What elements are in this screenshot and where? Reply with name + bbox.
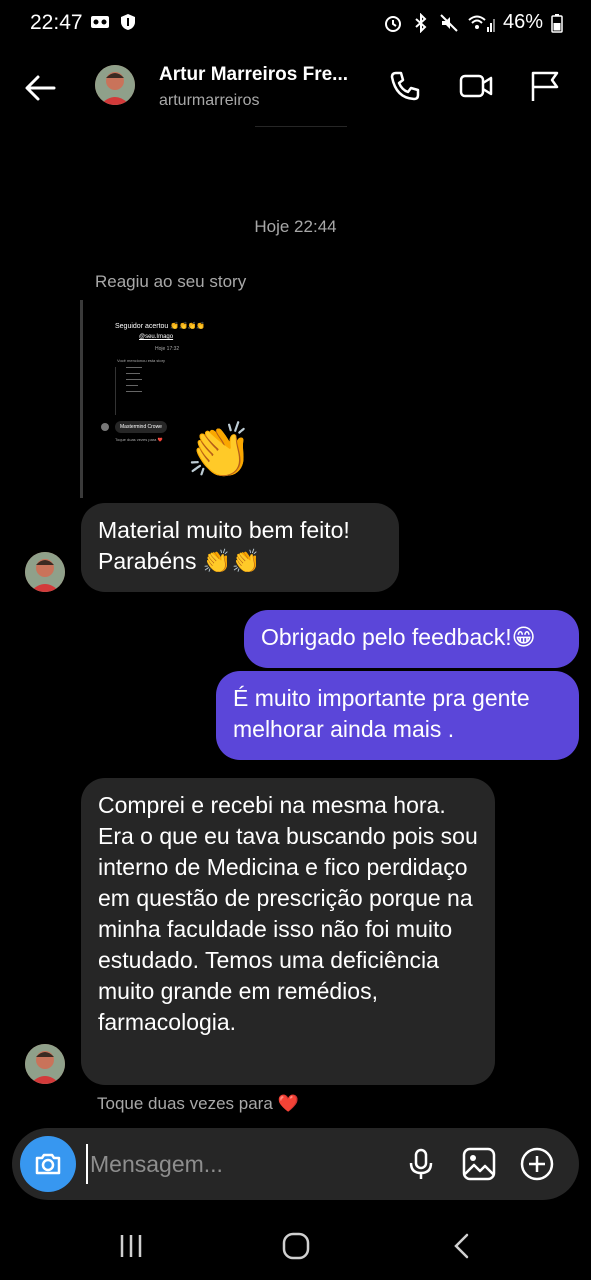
- story-preview-line: @seu.Imago: [139, 334, 174, 340]
- contact-name[interactable]: Artur Marreiros Fre...: [159, 64, 348, 86]
- story-preview-line: Você mencionou esta story: [117, 358, 166, 363]
- avatar-image: [25, 1044, 65, 1084]
- story-preview-line: Hoje 17:32: [155, 346, 180, 352]
- double-tap-hint: Toque duas vezes para ❤️: [97, 1094, 299, 1113]
- avatar[interactable]: [95, 65, 135, 105]
- story-preview-line: Seguidor acertou 👏👏👏👏: [115, 323, 206, 330]
- header-divider: [255, 126, 347, 127]
- phone-icon[interactable]: [387, 68, 423, 104]
- add-circle-icon[interactable]: [519, 1146, 555, 1182]
- message-composer: [12, 1128, 579, 1200]
- story-preview-content: [115, 367, 147, 415]
- bluetooth-icon: [415, 12, 427, 33]
- battery-percentage: 46%: [502, 11, 543, 33]
- alarm-icon: [384, 15, 401, 32]
- avatar-image: [95, 65, 135, 105]
- video-camera-icon[interactable]: [458, 68, 494, 104]
- home-icon[interactable]: [278, 1230, 314, 1262]
- status-time: 22:47: [30, 11, 83, 34]
- avatar[interactable]: [25, 1044, 65, 1084]
- chat-timestamp: Hoje 22:44: [254, 217, 337, 236]
- back-arrow-icon[interactable]: [22, 70, 58, 106]
- message-bubble-incoming[interactable]: Comprei e recebi na mesma hora. Era o qu…: [81, 778, 495, 1085]
- flag-icon[interactable]: [526, 68, 562, 104]
- wifi-signal-icon: [468, 15, 495, 32]
- story-reaction-label: Reagiu ao seu story: [95, 272, 247, 291]
- mute-icon: [440, 13, 458, 32]
- microphone-icon[interactable]: [403, 1146, 439, 1182]
- chat-header: Artur Marreiros Fre... arturmarreiros: [0, 48, 591, 128]
- shield-icon: [121, 14, 135, 30]
- gallery-icon[interactable]: [461, 1146, 497, 1182]
- system-navigation-bar: [0, 1212, 591, 1280]
- contact-username[interactable]: arturmarreiros: [159, 92, 259, 110]
- camera-icon: [35, 1153, 61, 1175]
- avatar-image: [25, 552, 65, 592]
- nav-back-icon[interactable]: [444, 1230, 480, 1262]
- message-input[interactable]: [86, 1144, 386, 1184]
- message-bubble-incoming[interactable]: Material muito bem feito! Parabéns 👏👏: [81, 503, 399, 592]
- recents-icon[interactable]: [113, 1230, 149, 1262]
- story-reply-line: [80, 300, 83, 498]
- story-reaction-emoji: 👏: [186, 421, 254, 481]
- status-bar: 22:47 46%: [0, 0, 591, 48]
- story-preview-badge: Mastermind Crowe: [115, 421, 167, 433]
- message-bubble-outgoing[interactable]: É muito importante pra gente melhorar ai…: [216, 671, 579, 760]
- voicemail-icon: [91, 16, 109, 28]
- battery-icon: [551, 13, 563, 33]
- message-bubble-outgoing[interactable]: Obrigado pelo feedback!😁: [244, 610, 579, 668]
- camera-button[interactable]: [20, 1136, 76, 1192]
- avatar[interactable]: [25, 552, 65, 592]
- story-preview-avatar: [101, 423, 109, 431]
